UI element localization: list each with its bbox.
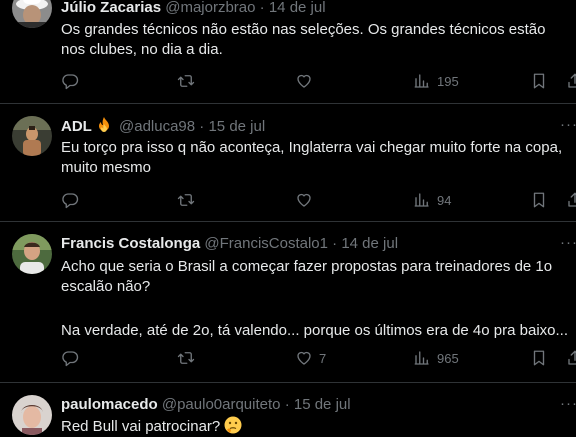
tweet-actions: 94 <box>0 191 576 211</box>
tweet-text-line: Eu torço pra isso q não aconteça, Inglat… <box>61 139 563 156</box>
fire-emoji <box>98 117 109 132</box>
like-button[interactable] <box>295 72 313 90</box>
tweet[interactable]: Francis Costalonga @FrancisCostalo1 · 14… <box>0 222 576 382</box>
views-icon <box>414 74 429 88</box>
heart-icon <box>297 351 311 365</box>
likes-count: 7 <box>319 350 327 366</box>
bookmark-icon <box>533 350 545 366</box>
tweet-actions: 195 <box>0 72 576 92</box>
tweet-text: Eu torço pra isso q não aconteça, Inglat… <box>61 138 576 178</box>
user-handle[interactable]: @FrancisCostalo1 <box>204 235 328 252</box>
heart-icon <box>297 74 311 88</box>
tweet-text-line <box>61 297 576 317</box>
reply-button[interactable] <box>61 72 79 90</box>
tweet-text-line: muito mesmo <box>61 159 152 176</box>
tweet-header: Francis Costalonga @FrancisCostalo1 · 14… <box>61 234 398 254</box>
tweet-date[interactable]: 14 de jul <box>269 0 326 16</box>
tweet-text-line: nos clubes, no dia a dia. <box>61 41 223 58</box>
tweet-text-line: Os grandes técnicos não estão nas seleçõ… <box>61 21 546 38</box>
like-button[interactable] <box>295 191 313 209</box>
more-options-button[interactable]: ··· <box>560 116 576 133</box>
user-handle[interactable]: @majorzbrao <box>165 0 255 16</box>
share-button[interactable] <box>566 349 576 367</box>
tweet-header: Júlio Zacarias @majorzbrao · 14 de jul <box>61 0 326 18</box>
tweet-header: ADL @adluca98 · 15 de jul <box>61 116 265 137</box>
tweet-text-line: Na verdade, até de 2o, tá valendo... por… <box>61 322 568 339</box>
tweet-header: paulomacedo @paulo0arquiteto · 15 de jul <box>61 395 351 415</box>
display-name[interactable]: Júlio Zacarias <box>61 0 161 16</box>
bookmark-button[interactable] <box>530 72 548 90</box>
user-handle[interactable]: @adluca98 <box>119 118 195 135</box>
tweet-text: Red Bull vai patrocinar? <box>61 416 576 437</box>
heart-icon <box>297 193 311 207</box>
tweet-text-line: Acho que seria o Brasil a começar fazer … <box>61 258 553 275</box>
tweet-text-line: Red Bull vai patrocinar? <box>61 418 221 435</box>
thinking-emoji <box>224 416 242 434</box>
views-button[interactable]: 94 <box>413 191 451 209</box>
like-button[interactable]: 7 <box>295 349 326 367</box>
retweet-icon <box>177 194 195 206</box>
tweet-date[interactable]: 15 de jul <box>208 118 265 135</box>
share-icon <box>568 73 576 88</box>
retweet-button[interactable] <box>177 349 195 367</box>
retweet-button[interactable] <box>177 72 195 90</box>
reply-icon <box>62 74 79 90</box>
retweet-icon <box>177 352 195 364</box>
views-count: 94 <box>437 192 452 208</box>
bookmark-button[interactable] <box>530 191 548 209</box>
retweet-icon <box>177 75 195 87</box>
bookmark-icon <box>533 73 545 89</box>
tweet[interactable]: paulomacedo @paulo0arquiteto · 15 de jul… <box>0 383 576 435</box>
separator-dot: · <box>284 396 290 413</box>
reply-icon <box>62 193 79 209</box>
avatar[interactable] <box>12 234 52 274</box>
avatar[interactable] <box>12 116 52 156</box>
display-name[interactable]: Francis Costalonga <box>61 235 200 252</box>
avatar[interactable] <box>12 0 52 28</box>
separator-dot: · <box>259 0 265 16</box>
tweet[interactable]: Júlio Zacarias @majorzbrao · 14 de jul O… <box>0 0 576 103</box>
avatar[interactable] <box>12 395 52 435</box>
tweet-text-line: escalão não? <box>61 278 151 295</box>
tweet-actions: 7 965 <box>0 349 576 369</box>
tweet-date[interactable]: 15 de jul <box>294 396 351 413</box>
views-button[interactable]: 965 <box>413 349 459 367</box>
separator-dot: · <box>332 235 338 252</box>
tweet-date[interactable]: 14 de jul <box>341 235 398 252</box>
tweet-text: Acho que seria o Brasil a começar fazer … <box>61 257 576 341</box>
user-handle[interactable]: @paulo0arquiteto <box>162 396 281 413</box>
retweet-button[interactable] <box>177 191 195 209</box>
share-icon <box>568 350 576 365</box>
bookmark-icon <box>533 192 545 208</box>
more-options-button[interactable]: ··· <box>560 395 576 412</box>
more-options-button[interactable]: ··· <box>560 234 576 251</box>
views-icon <box>414 351 429 365</box>
reply-button[interactable] <box>61 191 79 209</box>
display-name[interactable]: ADL <box>61 118 92 135</box>
views-icon <box>414 193 429 207</box>
reply-button[interactable] <box>61 349 79 367</box>
share-button[interactable] <box>566 72 576 90</box>
share-button[interactable] <box>566 191 576 209</box>
bookmark-button[interactable] <box>530 349 548 367</box>
views-count: 965 <box>437 350 459 366</box>
share-icon <box>568 192 576 207</box>
separator-dot: · <box>199 118 205 135</box>
tweet-text: Os grandes técnicos não estão nas seleçõ… <box>61 20 576 60</box>
views-count: 195 <box>437 73 459 89</box>
display-name[interactable]: paulomacedo <box>61 396 158 413</box>
reply-icon <box>62 351 79 367</box>
views-button[interactable]: 195 <box>413 72 459 90</box>
tweet[interactable]: ADL @adluca98 · 15 de jul ··· Eu torço p… <box>0 104 576 221</box>
